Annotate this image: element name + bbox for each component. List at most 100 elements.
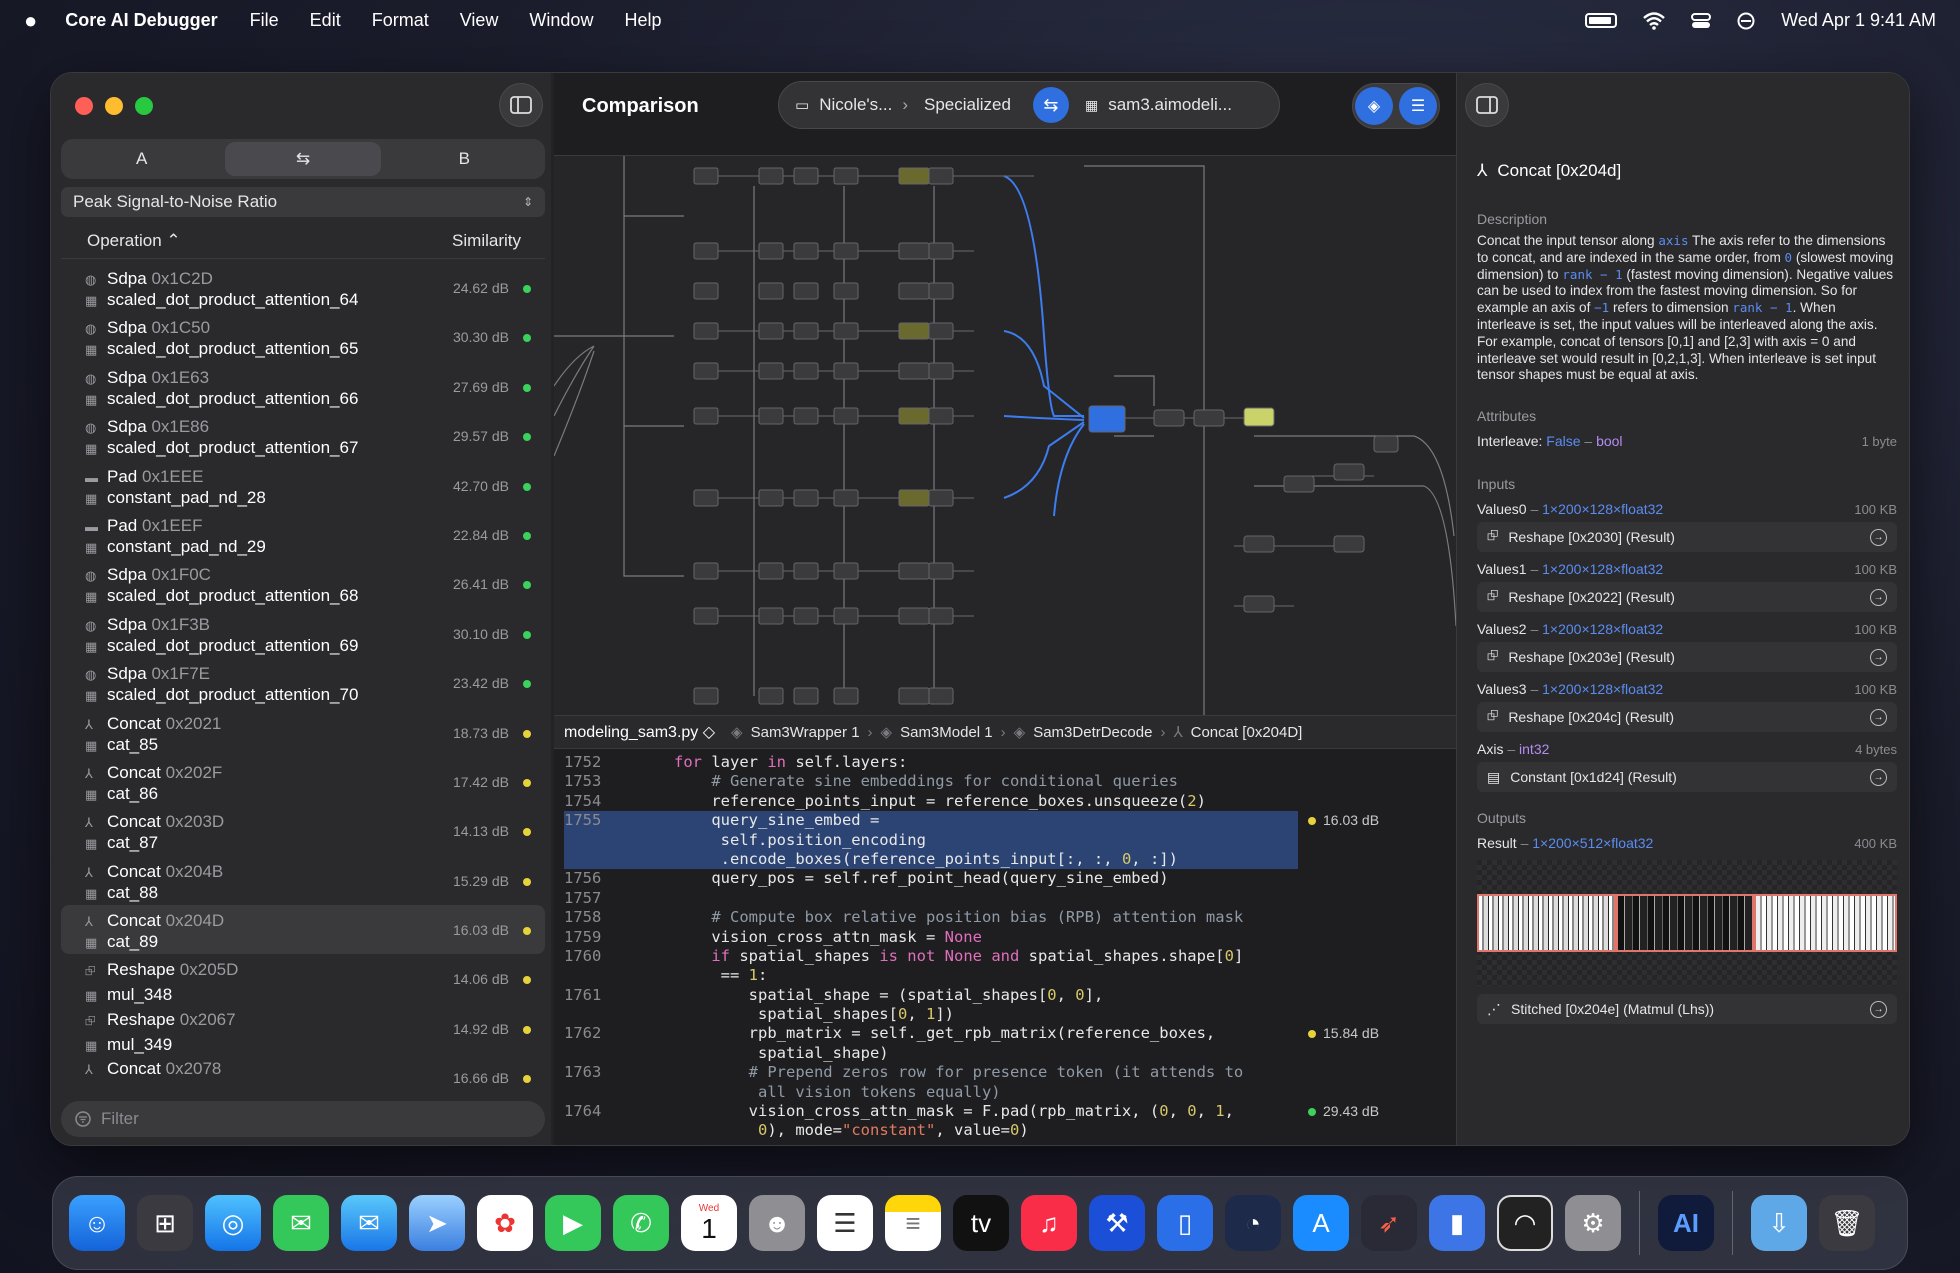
operation-row[interactable]: ⅄ Concat 0x204B ▦ cat_88 15.29 dB bbox=[61, 856, 545, 905]
column-operation[interactable]: Operation ⌃ bbox=[87, 231, 181, 251]
code-line[interactable]: spatial_shape) bbox=[554, 1044, 1456, 1063]
system-settings-icon[interactable]: ⚙ bbox=[1565, 1195, 1621, 1251]
finder-icon[interactable]: ☺ bbox=[69, 1195, 125, 1251]
wifi-icon[interactable] bbox=[1643, 11, 1666, 30]
navigate-arrow-icon[interactable]: → bbox=[1870, 708, 1887, 726]
graph-node[interactable] bbox=[833, 362, 859, 380]
path-item-3[interactable]: Sam3DetrDecode bbox=[1033, 724, 1152, 741]
toggle-sidebar-button[interactable] bbox=[499, 83, 543, 127]
graph-node[interactable] bbox=[793, 282, 819, 300]
graph-node[interactable] bbox=[928, 167, 954, 185]
operation-row[interactable]: ⮺ Reshape 0x2067 ▦ mul_349 14.92 dB bbox=[61, 1004, 545, 1054]
graph-node[interactable] bbox=[928, 407, 954, 425]
line-similarity-marker[interactable]: 29.43 dB bbox=[1308, 1102, 1379, 1121]
operation-row[interactable]: ◍ Sdpa 0x1C50 ▦ scaled_dot_product_attenti… bbox=[61, 312, 545, 361]
code-line[interactable]: 1758 # Compute box relative position bia… bbox=[554, 908, 1456, 927]
photos-icon[interactable]: ✿ bbox=[477, 1195, 533, 1251]
graph-node[interactable] bbox=[898, 167, 930, 185]
graph-canvas[interactable] bbox=[554, 155, 1456, 715]
graph-node[interactable] bbox=[693, 562, 719, 580]
graph-node[interactable] bbox=[898, 407, 930, 425]
code-line[interactable]: all vision tokens equally) bbox=[554, 1083, 1456, 1102]
app-menu[interactable]: Core AI Debugger bbox=[65, 10, 217, 31]
menu-edit[interactable]: Edit bbox=[310, 10, 341, 31]
graph-node[interactable] bbox=[758, 489, 784, 507]
graph-node[interactable] bbox=[928, 362, 954, 380]
segment-b[interactable]: B bbox=[387, 142, 542, 176]
path-item-4[interactable]: Concat [0x204D] bbox=[1191, 724, 1303, 741]
operation-row[interactable]: ⅄ Concat 0x203D ▦ cat_87 14.13 dB bbox=[61, 806, 545, 855]
input-link[interactable]: ▤ Constant [0x1d24] (Result) → bbox=[1477, 762, 1897, 793]
graph-node[interactable] bbox=[793, 407, 819, 425]
graph-node[interactable] bbox=[1153, 409, 1185, 427]
core-ai-debugger-icon[interactable]: AI bbox=[1658, 1195, 1714, 1251]
navigate-arrow-icon[interactable]: → bbox=[1870, 768, 1887, 786]
code-line[interactable]: == 1: bbox=[554, 966, 1456, 985]
facetime-icon[interactable]: ▶ bbox=[545, 1195, 601, 1251]
apple-menu-icon[interactable]: ● bbox=[24, 8, 37, 34]
graph-node[interactable] bbox=[1243, 535, 1275, 553]
graph-node[interactable] bbox=[1243, 595, 1275, 613]
graph-node[interactable] bbox=[758, 167, 784, 185]
graph-view-icon[interactable]: ◈ bbox=[1355, 87, 1393, 125]
graph-node[interactable] bbox=[898, 322, 930, 340]
graph-node[interactable] bbox=[793, 687, 819, 705]
segment-swap[interactable]: ⇆ bbox=[225, 142, 381, 176]
operation-row[interactable]: ◍ Sdpa 0x1F3B ▦ scaled_dot_product_attenti… bbox=[61, 609, 545, 658]
mail-icon[interactable]: ✉ bbox=[341, 1195, 397, 1251]
graph-node[interactable] bbox=[758, 282, 784, 300]
graph-node[interactable] bbox=[758, 687, 784, 705]
launchpad-icon[interactable]: ⊞ bbox=[137, 1195, 193, 1251]
column-similarity[interactable]: Similarity bbox=[452, 231, 521, 251]
operation-row[interactable]: ◍ Sdpa 0x1E86 ▦ scaled_dot_product_attenti… bbox=[61, 411, 545, 460]
crumb-mode[interactable]: Specialized bbox=[924, 95, 1011, 115]
minimize-button[interactable] bbox=[105, 97, 123, 115]
music-icon[interactable]: ♫ bbox=[1021, 1195, 1077, 1251]
menu-window[interactable]: Window bbox=[529, 10, 593, 31]
crumb-device[interactable]: Nicole's... bbox=[819, 95, 892, 115]
contacts-icon[interactable]: ☻ bbox=[749, 1195, 805, 1251]
graph-node[interactable] bbox=[1088, 405, 1126, 433]
graph-node[interactable] bbox=[928, 687, 954, 705]
navigate-arrow-icon[interactable]: → bbox=[1870, 528, 1887, 546]
app-store-icon[interactable]: A bbox=[1293, 1195, 1349, 1251]
crumb-model[interactable]: sam3.aimodeli... bbox=[1108, 95, 1232, 115]
operation-row[interactable]: ⅄Concat 0x2078 ▦cat_90 16.66 dB bbox=[61, 1053, 545, 1083]
graph-node[interactable] bbox=[693, 407, 719, 425]
downloads-folder-icon[interactable]: ⇩ bbox=[1751, 1195, 1807, 1251]
input-link[interactable]: ⮺ Reshape [0x204c] (Result) → bbox=[1477, 702, 1897, 733]
graph-node[interactable] bbox=[898, 489, 930, 507]
graph-node[interactable] bbox=[793, 322, 819, 340]
graph-node[interactable] bbox=[758, 607, 784, 625]
battery-icon[interactable] bbox=[1585, 13, 1618, 28]
graph-node[interactable] bbox=[898, 242, 930, 260]
graph-node[interactable] bbox=[693, 362, 719, 380]
line-similarity-marker[interactable]: 16.03 dB bbox=[1308, 811, 1379, 830]
xcode-icon[interactable]: ⚒ bbox=[1089, 1195, 1145, 1251]
safari-icon[interactable]: ◎ bbox=[205, 1195, 261, 1251]
operation-row[interactable]: ▬ Pad 0x1EEF ▦ constant_pad_nd_29 22.84 dB bbox=[61, 510, 545, 559]
source-code-view[interactable]: 1752 for layer in self.layers: 1753 # Gene… bbox=[554, 753, 1456, 1145]
menu-format[interactable]: Format bbox=[372, 10, 429, 31]
graph-node[interactable] bbox=[758, 562, 784, 580]
code-line[interactable]: spatial_shapes[0, 1]) bbox=[554, 1005, 1456, 1024]
navigate-arrow-icon[interactable]: → bbox=[1870, 588, 1887, 606]
code-line[interactable]: 1761 spatial_shape = (spatial_shapes[0, … bbox=[554, 986, 1456, 1005]
control-center-icon[interactable] bbox=[1691, 12, 1712, 30]
graph-node[interactable] bbox=[833, 687, 859, 705]
graph-node[interactable] bbox=[898, 562, 930, 580]
graph-node[interactable] bbox=[928, 489, 954, 507]
code-line[interactable]: 1757 bbox=[554, 889, 1456, 908]
trash-icon[interactable]: 🗑 bbox=[1819, 1195, 1875, 1251]
graph-node[interactable] bbox=[833, 322, 859, 340]
code-line[interactable]: 1754 reference_points_input = reference_… bbox=[554, 792, 1456, 811]
reality-app-icon[interactable]: ◠ bbox=[1497, 1195, 1553, 1251]
graph-node[interactable] bbox=[693, 489, 719, 507]
graph-node[interactable] bbox=[758, 322, 784, 340]
path-item-2[interactable]: Sam3Model 1 bbox=[900, 724, 993, 741]
operation-row[interactable]: ⅄ Concat 0x2021 ▦ cat_85 18.73 dB bbox=[61, 708, 545, 757]
menu-help[interactable]: Help bbox=[624, 10, 661, 31]
graph-node[interactable] bbox=[793, 167, 819, 185]
code-line[interactable]: 1756 query_pos = self.ref_point_head(que… bbox=[554, 869, 1456, 888]
output-link[interactable]: ⋰ Stitched [0x204e] (Matmul (Lhs)) → bbox=[1477, 994, 1897, 1025]
